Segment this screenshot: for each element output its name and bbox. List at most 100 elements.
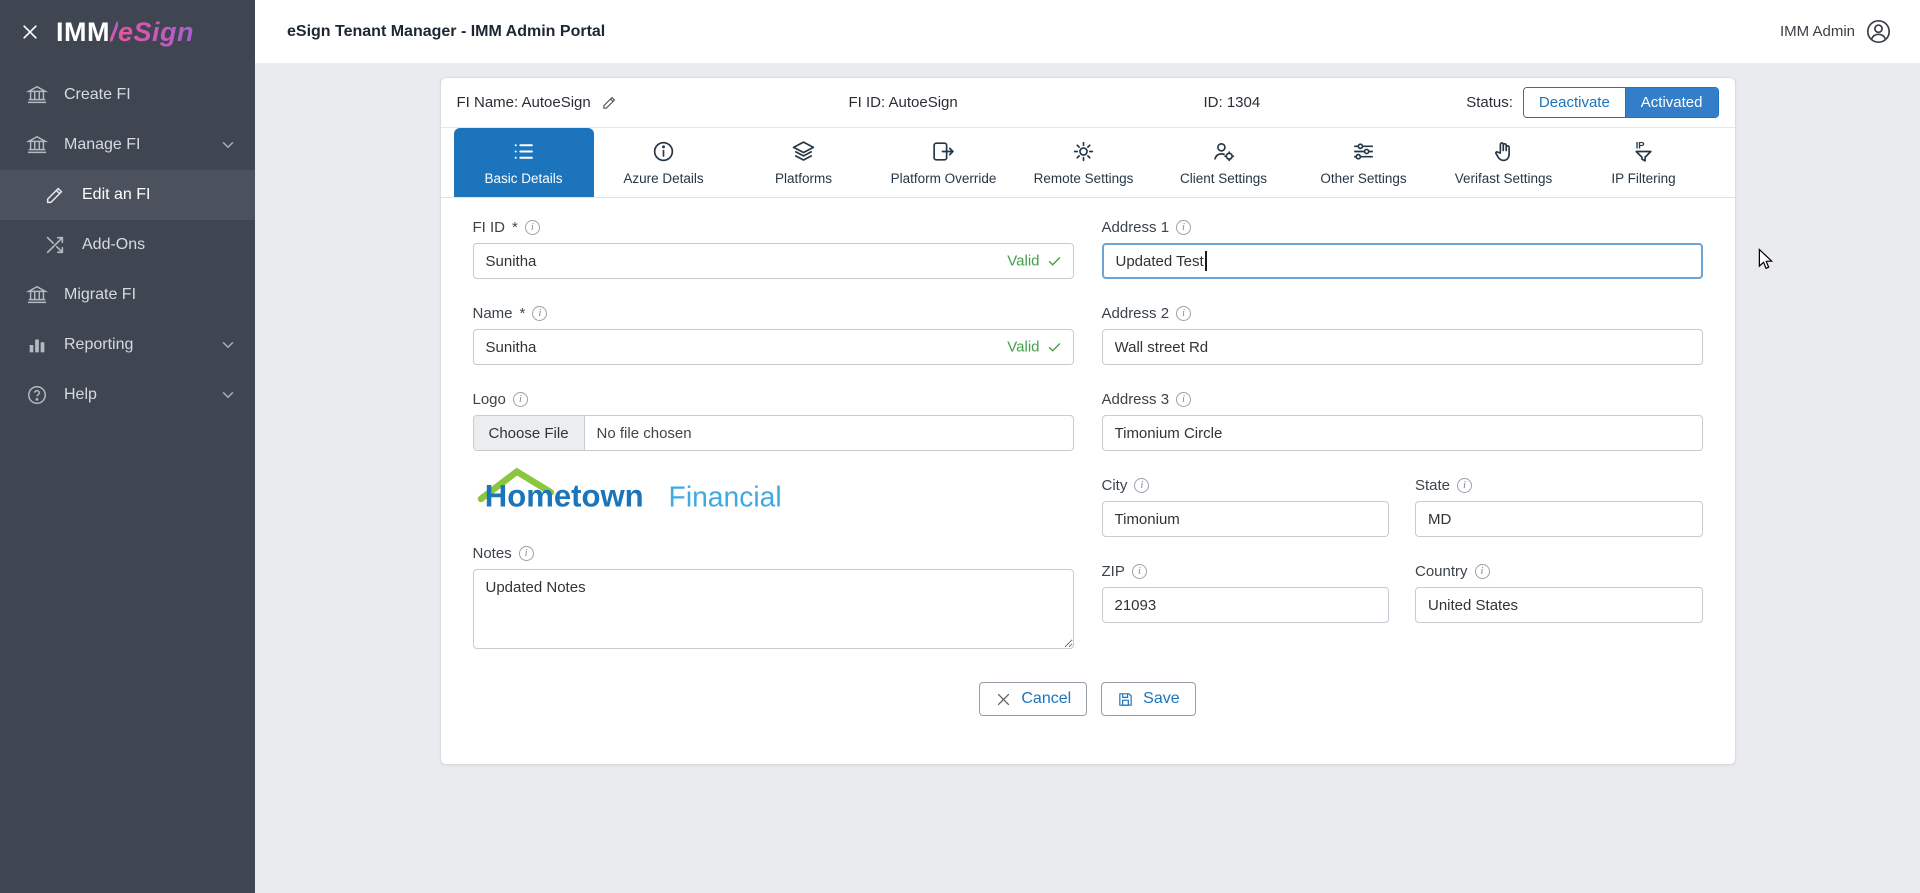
zip-group: ZIP: [1101, 563, 1390, 623]
user-menu[interactable]: IMM Admin: [1780, 18, 1892, 45]
valid-text: Valid: [1007, 252, 1040, 270]
sidebar-item-reporting[interactable]: Reporting: [0, 320, 255, 370]
logo-word-financial: Financial: [668, 480, 781, 512]
info-icon[interactable]: [1474, 564, 1490, 579]
tab-label: Basic Details: [484, 171, 563, 186]
zip-label-row: ZIP: [1102, 563, 1390, 580]
tab-other-settings[interactable]: Other Settings: [1294, 128, 1434, 197]
name-group: Name * Valid: [472, 305, 1074, 365]
notes-label: Notes: [472, 545, 512, 562]
deactivate-button[interactable]: Deactivate: [1523, 88, 1625, 117]
status-group: Status: Deactivate Activated: [1466, 87, 1719, 118]
address1-group: Address 1: [1101, 219, 1703, 279]
activated-button[interactable]: Activated: [1624, 88, 1718, 117]
country-input[interactable]: [1415, 587, 1703, 623]
brand-imm: IMM: [56, 16, 110, 47]
state-group: State: [1415, 477, 1703, 537]
zip-label: ZIP: [1101, 563, 1125, 580]
info-icon[interactable]: [532, 306, 548, 321]
required-asterisk: *: [512, 219, 518, 236]
status-label: Status:: [1466, 94, 1513, 111]
tab-azure-details[interactable]: Azure Details: [594, 128, 734, 197]
tab-label: Platforms: [774, 171, 832, 186]
sidebar-item-edit-an-fi[interactable]: Edit an FI: [0, 170, 255, 220]
list-icon: [511, 139, 536, 164]
save-button[interactable]: Save: [1101, 682, 1196, 716]
state-label-row: State: [1415, 477, 1703, 494]
zip-input[interactable]: [1101, 587, 1389, 623]
tab-label: Other Settings: [1320, 171, 1407, 186]
city-input[interactable]: [1101, 501, 1389, 537]
sidebar-item-create-fi[interactable]: Create FI: [0, 70, 255, 120]
fi-numeric-id-text: ID: 1304: [1203, 94, 1261, 111]
basic-details-form: FI ID * Valid: [441, 198, 1735, 680]
info-icon[interactable]: [1176, 220, 1192, 235]
notes-label-row: Notes: [473, 545, 1074, 562]
info-icon[interactable]: [1457, 478, 1473, 493]
text-caret: [1204, 251, 1207, 271]
address3-group: Address 3: [1101, 391, 1703, 451]
sidebar-item-label: Reporting: [64, 336, 134, 353]
valid-indicator: Valid: [1007, 253, 1061, 270]
compass-icon: [651, 139, 676, 164]
close-menu-icon[interactable]: [20, 22, 40, 42]
address2-label-row: Address 2: [1102, 305, 1703, 322]
address2-label: Address 2: [1101, 305, 1170, 322]
logo-label: Logo: [472, 391, 506, 408]
city-group: City: [1101, 477, 1390, 537]
sidebar-item-add-ons[interactable]: Add-Ons: [0, 220, 255, 270]
address3-label: Address 3: [1101, 391, 1170, 408]
choose-file-button[interactable]: Choose File: [473, 416, 585, 450]
bank-icon: [26, 134, 48, 156]
bar-chart-icon: [26, 334, 48, 356]
sidebar-item-label: Manage FI: [64, 136, 141, 153]
check-icon: [1048, 343, 1060, 352]
tab-platforms[interactable]: Platforms: [734, 128, 874, 197]
fi-id-input[interactable]: [472, 243, 1074, 279]
tab-platform-override[interactable]: Platform Override: [874, 128, 1014, 197]
state-input[interactable]: [1415, 501, 1703, 537]
info-icon[interactable]: [524, 220, 540, 235]
tab-ip-filtering[interactable]: IP IP Filtering: [1574, 128, 1714, 197]
file-chosen-text: No file chosen: [596, 424, 692, 442]
country-group: Country: [1415, 563, 1703, 623]
logo-file-input[interactable]: Choose File No file chosen: [472, 415, 1074, 451]
logo-preview-image: Hometown Financial: [475, 465, 1074, 519]
sidebar-item-manage-fi[interactable]: Manage FI: [0, 120, 255, 170]
close-icon: [995, 691, 1012, 708]
edit-fi-name-icon[interactable]: [601, 94, 618, 111]
address3-input[interactable]: [1101, 415, 1703, 451]
tab-client-settings[interactable]: Client Settings: [1154, 128, 1294, 197]
notes-textarea[interactable]: Updated Notes: [472, 569, 1074, 649]
city-label: City: [1101, 477, 1128, 494]
cancel-button[interactable]: Cancel: [979, 682, 1088, 716]
page-title: eSign Tenant Manager - IMM Admin Portal: [287, 22, 606, 40]
info-icon[interactable]: [1176, 392, 1192, 407]
fi-id-label: FI ID: [472, 219, 506, 236]
info-icon[interactable]: [1176, 306, 1192, 321]
tab-bar: Basic Details Azure Details Platforms Pl…: [440, 128, 1735, 198]
tab-basic-details[interactable]: Basic Details: [453, 128, 594, 197]
cancel-label: Cancel: [1021, 690, 1072, 707]
notes-group: Notes Updated Notes: [472, 545, 1074, 654]
tab-remote-settings[interactable]: Remote Settings: [1014, 128, 1154, 197]
address1-input[interactable]: [1101, 243, 1703, 279]
city-label-row: City: [1102, 477, 1390, 494]
bank-icon: [26, 284, 48, 306]
sidebar-item-label: Add-Ons: [82, 236, 146, 253]
mouse-cursor: [1758, 248, 1774, 270]
info-icon[interactable]: [1134, 478, 1150, 493]
info-icon[interactable]: [518, 546, 534, 561]
tab-label: Remote Settings: [1033, 171, 1134, 186]
info-icon[interactable]: [1131, 564, 1147, 579]
address2-input[interactable]: [1101, 329, 1703, 365]
sidebar-item-migrate-fi[interactable]: Migrate FI: [0, 270, 255, 320]
tab-verifast-settings[interactable]: Verifast Settings: [1434, 128, 1574, 197]
info-icon[interactable]: [512, 392, 528, 407]
sliders-icon: [1351, 139, 1376, 164]
name-input[interactable]: [472, 329, 1074, 365]
name-label-row: Name *: [473, 305, 1074, 322]
country-label-row: Country: [1415, 563, 1703, 580]
sidebar-item-help[interactable]: Help: [0, 370, 255, 420]
fi-name-group: FI Name: AutoeSign: [457, 94, 849, 111]
